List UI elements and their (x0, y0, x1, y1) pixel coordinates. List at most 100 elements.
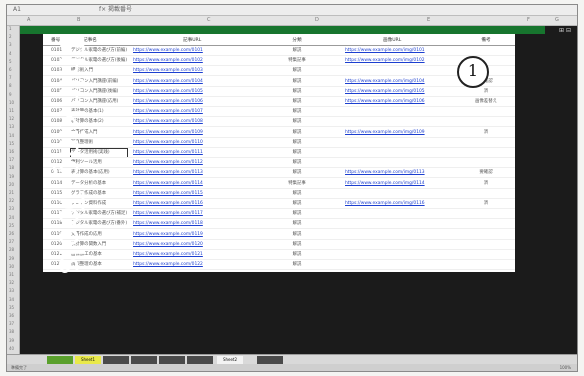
zoom-level[interactable]: 100% (560, 365, 571, 370)
cell-url[interactable]: https://www.example.com/0122 (133, 261, 243, 269)
cell-url[interactable]: https://www.example.com/0113 (133, 169, 243, 177)
row-number[interactable]: 9 (9, 92, 12, 97)
row-number[interactable]: 36 (9, 313, 14, 318)
row-number[interactable]: 3 (9, 42, 12, 47)
row-number[interactable]: 37 (9, 321, 14, 326)
row-number[interactable]: 21 (9, 190, 14, 195)
cell-url[interactable]: https://www.example.com/0107 (133, 108, 243, 116)
sheet-tab-3[interactable] (131, 356, 157, 364)
cell-category[interactable]: 解説 (271, 98, 323, 106)
row-number[interactable]: 40 (9, 346, 14, 351)
table-row[interactable]: 0122 情報整理の基本 https://www.example.com/0122 解… (43, 261, 515, 269)
row-number[interactable]: 4 (9, 51, 12, 56)
cell-image-url[interactable]: https://www.example.com/img/0113 (345, 169, 443, 177)
column-header-4[interactable]: E (427, 17, 430, 23)
row-number[interactable]: 20 (9, 182, 14, 187)
table-row[interactable]: 0110 写真整理術 https://www.example.com/0110 解説 (43, 139, 515, 147)
cell-category[interactable]: 解説 (271, 190, 323, 198)
sheet-tab-7[interactable] (257, 356, 283, 364)
cell-url[interactable]: https://www.example.com/0112 (133, 159, 243, 167)
row-number[interactable]: 39 (9, 338, 14, 343)
cell-category[interactable]: 解説 (271, 169, 323, 177)
cell-url[interactable]: https://www.example.com/0103 (133, 67, 243, 75)
column-header-6[interactable]: G (555, 17, 559, 23)
row-number[interactable]: 19 (9, 174, 14, 179)
cell-url[interactable]: https://www.example.com/0115 (133, 190, 243, 198)
cell-category[interactable]: 解説 (271, 159, 323, 167)
row-number[interactable]: 8 (9, 83, 12, 88)
cell-image-url[interactable]: https://www.example.com/img/0114 (345, 180, 443, 188)
cell-image-url[interactable]: https://www.example.com/img/0101 (345, 47, 443, 55)
table-row[interactable]: 0112 便利ツール活用 https://www.example.com/0112 解… (43, 159, 515, 167)
column-header-5[interactable]: F (527, 17, 530, 23)
sheet-tab-2[interactable] (103, 356, 129, 364)
cell-category[interactable]: 解説 (271, 88, 323, 96)
cell-note[interactable]: 済 (461, 180, 511, 188)
row-number[interactable]: 25 (9, 223, 14, 228)
table-row[interactable]: 0111 データ活用術(実践) https://www.example.com/01… (43, 148, 515, 158)
cell-category[interactable]: 解説 (271, 210, 323, 218)
cell-note[interactable]: 画像差替え (461, 98, 511, 106)
table-row[interactable]: 0103 撮影術入門 https://www.example.com/0103 解説 (43, 67, 515, 75)
table-row[interactable]: 0101 デジタル家電の選び方(前編) https://www.example.co… (43, 47, 515, 55)
table-row[interactable]: 0106 パソコン入門講座(応用) https://www.example.com/… (43, 98, 515, 106)
cell-url[interactable]: https://www.example.com/0118 (133, 220, 243, 228)
row-number[interactable]: 34 (9, 297, 14, 302)
table-row[interactable]: 0109 文書作成入門 https://www.example.com/0109 解説… (43, 129, 515, 137)
table-row[interactable]: 0120 表計算の関数入門 https://www.example.com/0120… (43, 241, 515, 249)
table-row[interactable]: 0114 データ分析の基本 https://www.example.com/0114… (43, 180, 515, 188)
cell-url[interactable]: https://www.example.com/0119 (133, 231, 243, 239)
column-header-1[interactable]: B (77, 17, 80, 23)
table-row[interactable]: 0108 表計算の基本(2) https://www.example.com/010… (43, 118, 515, 126)
row-number[interactable]: 5 (9, 59, 12, 64)
header-category[interactable]: 分類 (271, 37, 323, 43)
row-number[interactable]: 12 (9, 116, 14, 121)
cell-category[interactable]: 解説 (271, 118, 323, 126)
table-row[interactable]: 0113 表計算の基本(応用) https://www.example.com/01… (43, 169, 515, 177)
cell-category[interactable]: 解説 (271, 220, 323, 228)
cell-category[interactable]: 特集記事 (271, 180, 323, 188)
cell-category[interactable]: 解説 (271, 47, 323, 55)
table-row[interactable]: 0105 パソコン入門講座(後編) https://www.example.com/… (43, 88, 515, 96)
cell-note[interactable]: 要確認 (461, 169, 511, 177)
cell-image-url[interactable]: https://www.example.com/img/0109 (345, 129, 443, 137)
row-number[interactable]: 24 (9, 215, 14, 220)
cell-category[interactable]: 解説 (271, 261, 323, 269)
table-row[interactable]: 0104 パソコン入門講座(前編) https://www.example.com/… (43, 78, 515, 86)
cell-category[interactable]: 解説 (271, 241, 323, 249)
sheet-tab-6[interactable]: Sheet2 (217, 356, 243, 364)
cell-image-url[interactable]: https://www.example.com/img/0106 (345, 98, 443, 106)
cell-category[interactable]: 解説 (271, 149, 323, 157)
table-row[interactable]: 0121 画像加工の基本 https://www.example.com/0121 解… (43, 251, 515, 259)
row-number[interactable]: 27 (9, 239, 14, 244)
row-number[interactable]: 11 (9, 108, 14, 113)
row-number[interactable]: 2 (9, 34, 12, 39)
name-box[interactable]: A1 (13, 5, 21, 15)
cell-image-url[interactable]: https://www.example.com/img/0116 (345, 200, 443, 208)
row-number[interactable]: 30 (9, 264, 14, 269)
cell-category[interactable]: 解説 (271, 129, 323, 137)
row-number[interactable]: 13 (9, 124, 14, 129)
cell-url[interactable]: https://www.example.com/0102 (133, 57, 243, 65)
cell-image-url[interactable]: https://www.example.com/img/0104 (345, 78, 443, 86)
cell-url[interactable]: https://www.example.com/0120 (133, 241, 243, 249)
column-header-2[interactable]: C (207, 17, 211, 23)
header-note[interactable]: 備考 (461, 37, 511, 43)
row-number[interactable]: 33 (9, 288, 14, 293)
column-header-3[interactable]: D (315, 17, 319, 23)
table-row[interactable]: 0115 グラフ作成の基本 https://www.example.com/0115… (43, 190, 515, 198)
cell-url[interactable]: https://www.example.com/0117 (133, 210, 243, 218)
cell-category[interactable]: 特集記事 (271, 57, 323, 65)
cell-url[interactable]: https://www.example.com/0104 (133, 78, 243, 86)
table-row[interactable]: 0119 文書作成の応用 https://www.example.com/0119 解… (43, 231, 515, 239)
cell-note[interactable]: 済 (461, 129, 511, 137)
cell-url[interactable]: https://www.example.com/0110 (133, 139, 243, 147)
row-number[interactable]: 15 (9, 141, 14, 146)
cell-url[interactable]: https://www.example.com/0108 (133, 118, 243, 126)
cell-category[interactable]: 解説 (271, 200, 323, 208)
row-number[interactable]: 6 (9, 67, 12, 72)
row-number[interactable]: 7 (9, 75, 12, 80)
row-number[interactable]: 1 (9, 26, 12, 31)
cell-url[interactable]: https://www.example.com/0121 (133, 251, 243, 259)
column-header-0[interactable]: A (27, 17, 30, 23)
